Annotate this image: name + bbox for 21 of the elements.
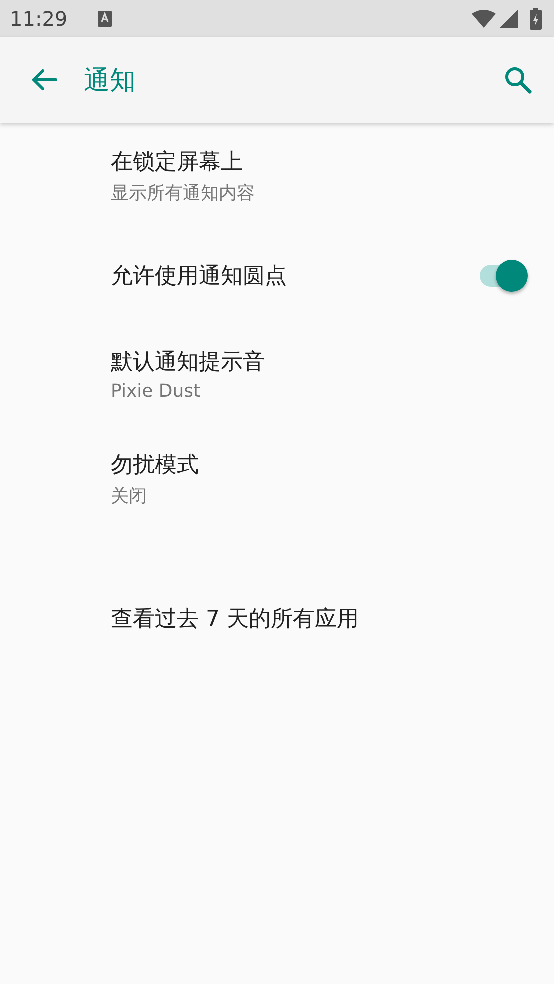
setting-title: 默认通知提示音 xyxy=(111,349,266,377)
search-icon xyxy=(503,65,533,95)
setting-title: 在锁定屏幕上 xyxy=(111,149,244,177)
setting-summary: 显示所有通知内容 xyxy=(111,182,256,205)
page-title: 通知 xyxy=(84,64,136,98)
setting-title: 允许使用通知圆点 xyxy=(111,263,288,291)
setting-item[interactable]: 勿扰模式 关闭 xyxy=(0,426,554,532)
setting-title: 查看过去 7 天的所有应用 xyxy=(111,606,360,634)
signal-icon xyxy=(500,10,518,28)
setting-item[interactable]: 默认通知提示音 Pixie Dust xyxy=(0,323,554,426)
battery-icon xyxy=(530,8,542,30)
notification-icon xyxy=(98,10,112,26)
back-arrow-icon xyxy=(30,68,58,92)
setting-title: 勿扰模式 xyxy=(111,452,200,480)
setting-summary: Pixie Dust xyxy=(111,381,202,402)
wifi-icon xyxy=(472,10,496,28)
clock: 11:29 xyxy=(10,6,68,30)
setting-item[interactable]: 允许使用通知圆点 xyxy=(0,229,554,323)
setting-item[interactable]: 在锁定屏幕上 显示所有通知内容 xyxy=(0,123,554,229)
setting-item[interactable]: 查看过去 7 天的所有应用 xyxy=(0,556,554,682)
setting-summary: 关闭 xyxy=(111,485,148,508)
